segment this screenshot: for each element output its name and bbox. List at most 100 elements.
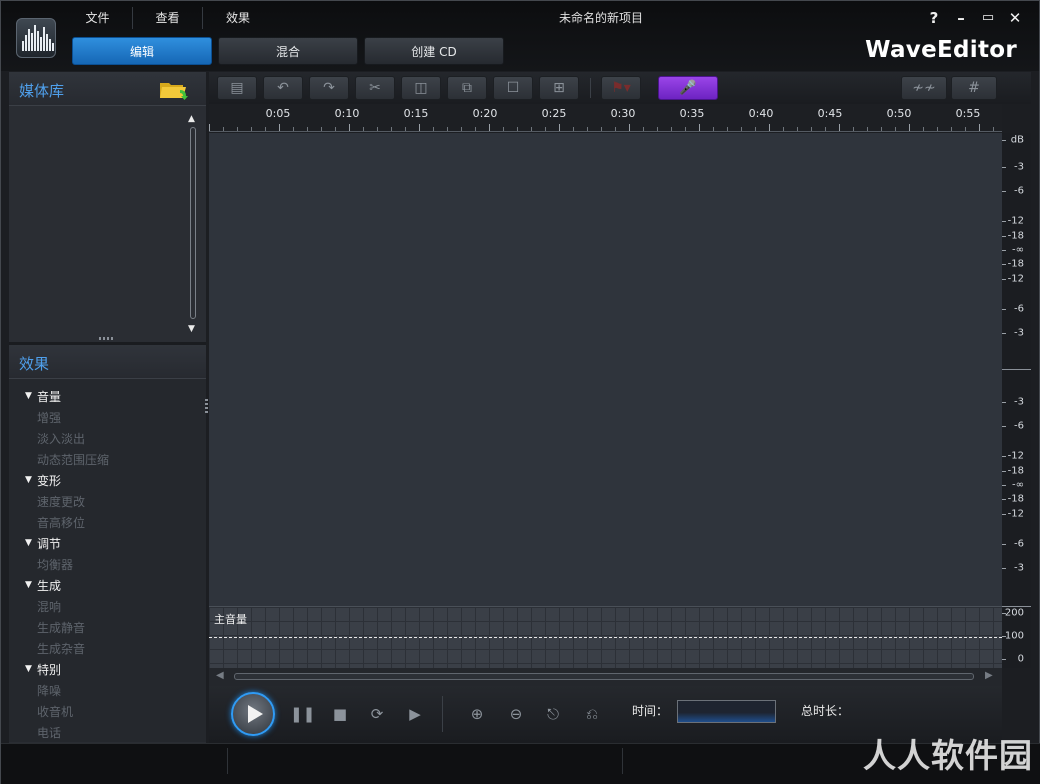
effect-item[interactable]: 均衡器 bbox=[25, 555, 109, 576]
zoom-out-icon[interactable]: ⊖ bbox=[505, 704, 527, 724]
db-label: -3 bbox=[1014, 327, 1024, 339]
effect-category[interactable]: 音量 bbox=[25, 386, 109, 408]
cut-icon[interactable]: ✂ bbox=[355, 76, 395, 100]
media-library-title: 媒体库 bbox=[19, 82, 65, 100]
stop-icon[interactable]: ■ bbox=[329, 704, 351, 724]
ruler-tick-mark bbox=[391, 127, 392, 131]
waveform-icon[interactable]: ≁≁ bbox=[901, 76, 947, 100]
panel-splitter-handle[interactable] bbox=[99, 337, 115, 340]
tab-create-cd[interactable]: 创建 CD bbox=[364, 37, 504, 65]
media-library-scrollbar[interactable]: ▲ ▼ bbox=[188, 114, 197, 334]
ruler-tick-mark bbox=[825, 127, 826, 131]
help-icon[interactable]: ? bbox=[926, 10, 942, 26]
ruler-tick-label: 0:25 bbox=[541, 107, 567, 120]
db-tick-mark bbox=[1002, 191, 1006, 192]
db-tick-mark bbox=[1002, 426, 1006, 427]
scroll-right-arrow-icon[interactable]: ▶ bbox=[985, 670, 993, 681]
db-unit-label: dB bbox=[1010, 134, 1024, 146]
ruler-tick-label: 0:35 bbox=[679, 107, 705, 120]
flag-icon[interactable]: ⚑▾ bbox=[601, 76, 641, 100]
effect-item[interactable]: 速度更改 bbox=[25, 492, 109, 513]
ruler-tick-mark bbox=[951, 127, 952, 131]
ruler-tick-mark bbox=[979, 124, 980, 131]
horizontal-scrollbar[interactable]: ◀ ▶ bbox=[209, 668, 1002, 686]
horizontal-scroll-track[interactable] bbox=[234, 673, 974, 680]
ruler-tick-mark bbox=[643, 127, 644, 131]
ruler-tick-mark bbox=[727, 127, 728, 131]
paste-icon[interactable]: ◫ bbox=[401, 76, 441, 100]
ruler-tick-mark bbox=[853, 127, 854, 131]
scroll-down-arrow-icon[interactable]: ▼ bbox=[188, 324, 195, 334]
db-label: -∞ bbox=[1012, 244, 1024, 256]
ruler-tick-label: 0:55 bbox=[955, 107, 981, 120]
window-title: 未命名的新项目 bbox=[558, 11, 643, 25]
ruler-tick-mark bbox=[321, 127, 322, 131]
effect-item[interactable]: 生成静音 bbox=[25, 618, 109, 639]
effect-item[interactable]: 降噪 bbox=[25, 681, 109, 702]
ruler-tick-mark bbox=[461, 127, 462, 131]
scroll-up-arrow-icon[interactable]: ▲ bbox=[188, 114, 195, 124]
ruler-tick-mark bbox=[265, 127, 266, 131]
minimize-icon[interactable]: – bbox=[953, 10, 969, 26]
zoom-fit-icon[interactable]: ⎌ bbox=[581, 704, 603, 724]
master-scale-label: 100 bbox=[1004, 630, 1024, 642]
vertical-splitter-handle[interactable] bbox=[205, 399, 208, 415]
redo-icon[interactable]: ↷ bbox=[309, 76, 349, 100]
tab-edit[interactable]: 编辑 bbox=[72, 37, 212, 65]
ruler-tick-mark bbox=[937, 127, 938, 131]
menu-view[interactable]: 查看 bbox=[133, 7, 203, 29]
ruler-tick-label: 0:30 bbox=[610, 107, 636, 120]
effect-item[interactable]: 淡入淡出 bbox=[25, 429, 109, 450]
ruler-tick-mark bbox=[811, 127, 812, 131]
menu-bar: 文件 查看 效果 bbox=[63, 7, 289, 29]
waveform-area[interactable] bbox=[209, 133, 1002, 606]
tab-mix[interactable]: 混合 bbox=[218, 37, 358, 65]
play-button[interactable] bbox=[231, 692, 275, 736]
crop-icon[interactable]: ⊞ bbox=[539, 76, 579, 100]
ruler-tick-mark bbox=[573, 127, 574, 131]
save-icon[interactable]: ▤ bbox=[217, 76, 257, 100]
effect-item[interactable]: 收音机 bbox=[25, 702, 109, 723]
db-tick-mark bbox=[1002, 613, 1006, 614]
scroll-left-arrow-icon[interactable]: ◀ bbox=[216, 670, 224, 681]
effect-item[interactable]: 增强 bbox=[25, 408, 109, 429]
copy-icon[interactable]: ⧉ bbox=[447, 76, 487, 100]
ruler-tick-label: 0:15 bbox=[403, 107, 429, 120]
zoom-selection-icon[interactable]: ⎋ bbox=[542, 704, 564, 724]
ruler-tick-mark bbox=[783, 127, 784, 131]
effect-item[interactable]: 电话 bbox=[25, 723, 109, 744]
effect-item[interactable]: 生成杂音 bbox=[25, 639, 109, 660]
ruler-tick-mark bbox=[713, 127, 714, 131]
maximize-icon[interactable]: ▭ bbox=[980, 10, 996, 26]
menu-file[interactable]: 文件 bbox=[63, 7, 133, 29]
timeline-ruler[interactable]: 0:05 0:10 0:15 0:20 0:25 0:30 0:35 0:40 … bbox=[209, 104, 1002, 132]
logo-bar bbox=[46, 34, 48, 51]
undo-icon[interactable]: ↶ bbox=[263, 76, 303, 100]
db-tick-mark bbox=[1002, 264, 1006, 265]
master-scale-label: 200 bbox=[1004, 607, 1024, 619]
delete-icon[interactable]: ☐ bbox=[493, 76, 533, 100]
ruler-tick-mark bbox=[881, 127, 882, 131]
loop-icon[interactable]: ⟳ bbox=[366, 704, 388, 724]
master-volume-track[interactable]: 主音量 bbox=[209, 606, 1002, 668]
toolbar-divider bbox=[590, 78, 591, 98]
effect-category[interactable]: 生成 bbox=[25, 575, 109, 597]
scroll-track[interactable] bbox=[190, 127, 196, 319]
effect-category[interactable]: 特别 bbox=[25, 659, 109, 681]
play-selection-icon[interactable]: ▶ bbox=[404, 704, 426, 724]
effect-item[interactable]: 混响 bbox=[25, 597, 109, 618]
grid-icon[interactable]: # bbox=[951, 76, 997, 100]
effect-item[interactable]: 动态范围压缩 bbox=[25, 450, 109, 471]
effect-category[interactable]: 调节 bbox=[25, 533, 109, 555]
microphone-icon[interactable]: 🎤 bbox=[658, 76, 718, 100]
effect-item[interactable]: 音高移位 bbox=[25, 513, 109, 534]
menu-effects[interactable]: 效果 bbox=[203, 7, 273, 29]
volume-envelope-line[interactable] bbox=[209, 637, 1002, 638]
zoom-in-icon[interactable]: ⊕ bbox=[466, 704, 488, 724]
pause-icon[interactable]: ❚❚ bbox=[290, 704, 315, 724]
effect-category[interactable]: 变形 bbox=[25, 470, 109, 492]
import-folder-icon[interactable] bbox=[159, 79, 191, 101]
db-label: -6 bbox=[1014, 538, 1024, 550]
ruler-tick-mark bbox=[545, 127, 546, 131]
close-icon[interactable]: ✕ bbox=[1007, 10, 1023, 26]
